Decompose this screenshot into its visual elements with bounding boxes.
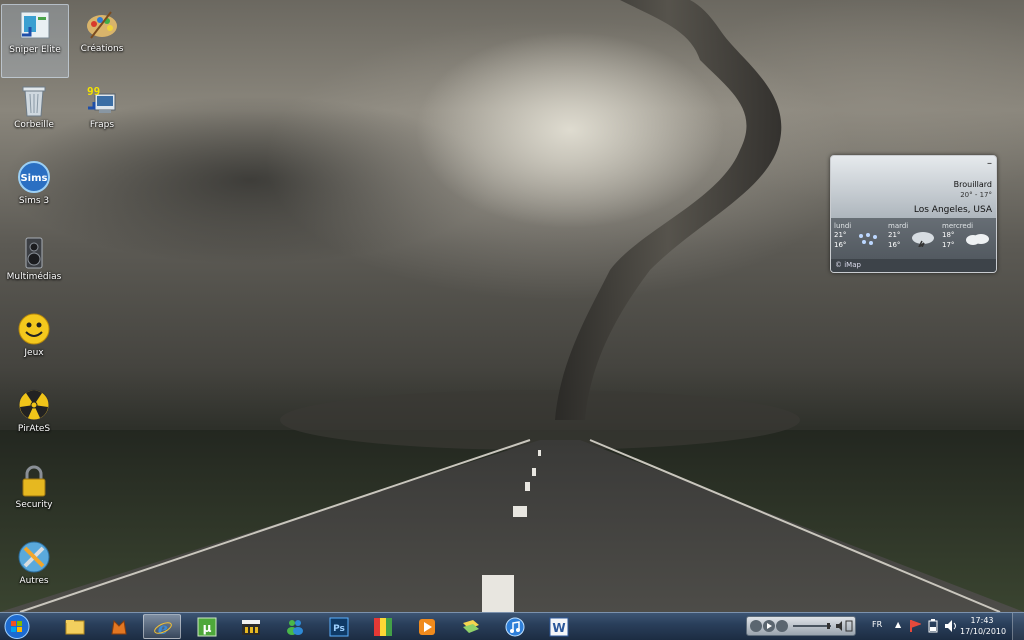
desktop-icon-label: Créations bbox=[80, 44, 124, 54]
desktop-icon-label: Sniper Elite bbox=[9, 45, 61, 55]
battery-icon[interactable] bbox=[928, 619, 938, 633]
svg-text:W: W bbox=[552, 621, 565, 635]
desktop-icon-label: Sims 3 bbox=[18, 196, 50, 206]
cloud-icon bbox=[966, 234, 989, 245]
taskbar-app-color[interactable] bbox=[364, 614, 402, 639]
taskbar: e µ Ps W FR ▲ 17:43 17/10/2010 bbox=[0, 612, 1024, 640]
internet-explorer-icon: e bbox=[154, 619, 172, 638]
forecast-day-name: mardi bbox=[888, 222, 909, 230]
language-indicator[interactable]: FR bbox=[872, 620, 882, 629]
desktop-icon-fraps[interactable]: 99 Fraps bbox=[69, 80, 135, 152]
weather-city: Los Angeles, USA bbox=[913, 205, 992, 215]
snow-icon bbox=[859, 233, 877, 245]
forecast-day: mardi 21° 16° bbox=[888, 222, 940, 258]
desktop-icon-recycle-bin[interactable]: Corbeille bbox=[1, 80, 67, 152]
gadget-close-button[interactable]: – bbox=[987, 158, 992, 169]
media-player-icon bbox=[419, 619, 435, 635]
palette-icon bbox=[87, 11, 117, 39]
desktop-icon-sims3[interactable]: Sims Sims 3 bbox=[1, 156, 67, 228]
fraps-badge: 99 bbox=[87, 85, 100, 98]
desktop-icon-label: Security bbox=[15, 500, 53, 510]
taskbar-app-photoshop[interactable]: Ps bbox=[320, 614, 358, 639]
fraps-icon: 99 bbox=[87, 85, 116, 113]
taskbar-app-file-explorer[interactable] bbox=[56, 614, 94, 639]
color-app-icon bbox=[374, 618, 392, 636]
desktop-icon-autres[interactable]: Autres bbox=[1, 536, 67, 608]
taskbar-app-media-321[interactable] bbox=[232, 614, 270, 639]
taskbar-app-folders[interactable] bbox=[452, 614, 490, 639]
weather-condition: Brouillard bbox=[953, 180, 992, 189]
desktop-icon-label: Multimédias bbox=[6, 272, 62, 282]
folders-icon bbox=[463, 620, 479, 633]
speaker-icon bbox=[25, 237, 43, 269]
desktop-icon-creations[interactable]: Créations bbox=[69, 4, 135, 76]
alert-flag-icon[interactable] bbox=[909, 619, 921, 633]
itunes-icon bbox=[505, 617, 525, 637]
desktop-icon-multimedias[interactable]: Multimédias bbox=[1, 232, 67, 304]
show-hidden-icons-arrow[interactable]: ▲ bbox=[895, 620, 901, 629]
clock-date: 17/10/2010 bbox=[960, 627, 1007, 636]
weather-temps: 20° - 17° bbox=[960, 191, 992, 199]
word-icon: W bbox=[549, 617, 569, 637]
desktop-icon-jeux[interactable]: Jeux bbox=[1, 308, 67, 380]
desktop-icon-label: PirAteS bbox=[17, 424, 51, 434]
clock-time: 17:43 bbox=[970, 616, 994, 625]
fox-app-icon bbox=[111, 619, 127, 635]
start-button[interactable] bbox=[3, 613, 31, 640]
utorrent-icon: µ bbox=[197, 617, 217, 637]
forecast-day-name: lundi bbox=[834, 222, 852, 230]
media-player-toolbar[interactable] bbox=[746, 616, 856, 636]
desktop-icon-sniper-elite[interactable]: Sniper Elite bbox=[1, 4, 69, 78]
desktop-icon-label: Fraps bbox=[89, 120, 115, 130]
desktop-icon-label: Autres bbox=[19, 576, 49, 586]
svg-text:µ: µ bbox=[203, 621, 212, 635]
desktop-icon-security[interactable]: Security bbox=[1, 460, 67, 532]
taskbar-app-word[interactable]: W bbox=[540, 614, 578, 639]
taskbar-app-itunes[interactable] bbox=[496, 614, 534, 639]
radiation-icon bbox=[18, 389, 50, 421]
desktop-icon-pirates[interactable]: PirAteS bbox=[1, 384, 67, 456]
recycle-bin-icon bbox=[22, 86, 46, 117]
taskbar-app-fox[interactable] bbox=[100, 614, 138, 639]
svg-text:e: e bbox=[158, 619, 168, 638]
tornado-road-scene bbox=[0, 0, 1024, 612]
sniper-elite-shortcut-icon bbox=[20, 11, 50, 39]
tools-icon bbox=[18, 541, 50, 573]
taskbar-app-internet-explorer[interactable]: e bbox=[143, 614, 181, 639]
sims-icon: Sims bbox=[18, 161, 50, 193]
show-desktop-button[interactable] bbox=[1012, 613, 1024, 640]
storm-icon bbox=[912, 232, 934, 247]
forecast-day-name: mercredi bbox=[942, 222, 974, 230]
system-clock[interactable]: 17:43 17/10/2010 bbox=[960, 615, 1007, 637]
messenger-icon bbox=[287, 620, 303, 635]
gadget-footer: © iMap bbox=[831, 259, 996, 272]
taskbar-app-messenger[interactable] bbox=[276, 614, 314, 639]
forecast-day: mercredi 18° 17° bbox=[942, 222, 994, 258]
desktop-icon-label: Corbeille bbox=[14, 120, 54, 130]
desktop-wallpaper bbox=[0, 0, 1024, 612]
taskbar-app-utorrent[interactable]: µ bbox=[188, 614, 226, 639]
volume-icon[interactable] bbox=[944, 619, 958, 633]
file-explorer-icon bbox=[65, 620, 85, 635]
svg-text:Ps: Ps bbox=[333, 624, 345, 634]
sims-badge: Sims bbox=[20, 173, 47, 184]
taskbar-app-media-player[interactable] bbox=[408, 614, 446, 639]
photoshop-icon: Ps bbox=[329, 617, 349, 637]
forecast-day: lundi 21° 16° bbox=[834, 222, 886, 258]
media-controls-icon bbox=[750, 620, 853, 632]
padlock-icon bbox=[22, 465, 46, 497]
desktop-icon-label: Jeux bbox=[24, 348, 44, 358]
weather-gadget[interactable]: – Brouillard 20° - 17° Los Angeles, USA … bbox=[830, 155, 997, 273]
media-321-icon bbox=[242, 620, 260, 635]
smiley-icon bbox=[18, 313, 50, 345]
